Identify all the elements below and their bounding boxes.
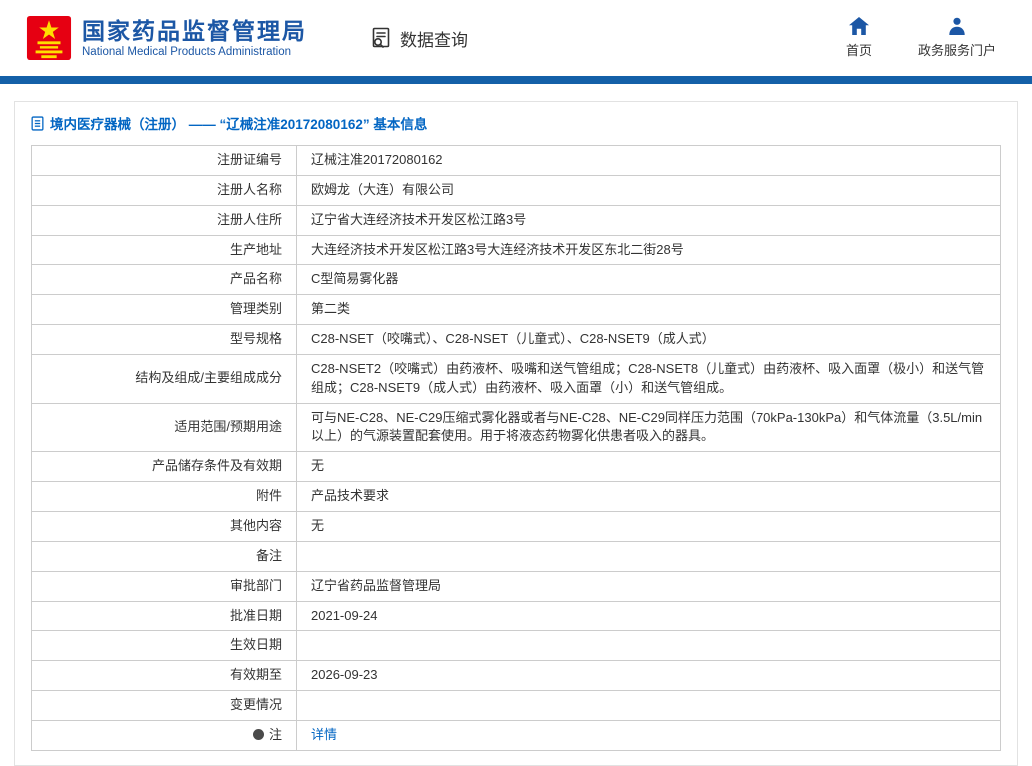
nav-data-query[interactable]: 数据查询 [369, 26, 468, 51]
document-icon [31, 116, 44, 131]
content-panel: 境内医疗器械（注册） —— “辽械注准20172080162” 基本信息 注册证… [14, 101, 1018, 766]
row-value [297, 541, 1001, 571]
table-row: 附件产品技术要求 [32, 482, 1001, 512]
row-value [297, 631, 1001, 661]
table-row: 批准日期2021-09-24 [32, 601, 1001, 631]
row-value: C28-NSET2（咬嘴式）由药液杯、吸嘴和送气管组成；C28-NSET8（儿童… [297, 354, 1001, 403]
table-row: 变更情况 [32, 691, 1001, 721]
row-label: 产品储存条件及有效期 [32, 452, 297, 482]
row-label: 审批部门 [32, 571, 297, 601]
user-icon [948, 17, 966, 35]
row-value: 产品技术要求 [297, 482, 1001, 512]
table-row: 注详情 [32, 720, 1001, 750]
table-row: 审批部门辽宁省药品监督管理局 [32, 571, 1001, 601]
row-value: 欧姆龙（大连）有限公司 [297, 175, 1001, 205]
table-row: 注册人名称欧姆龙（大连）有限公司 [32, 175, 1001, 205]
nav-data-query-label: 数据查询 [400, 26, 468, 51]
detail-link[interactable]: 详情 [311, 727, 337, 742]
row-value: 2026-09-23 [297, 661, 1001, 691]
nav-portal-label: 政务服务门户 [918, 40, 996, 59]
row-label: 注册人住所 [32, 205, 297, 235]
table-row: 产品名称C型简易雾化器 [32, 265, 1001, 295]
home-icon [849, 17, 869, 35]
note-icon [253, 729, 264, 740]
row-value: 无 [297, 511, 1001, 541]
row-label: 其他内容 [32, 511, 297, 541]
table-row: 生产地址大连经济技术开发区松江路3号大连经济技术开发区东北二街28号 [32, 235, 1001, 265]
row-label: 产品名称 [32, 265, 297, 295]
row-value: C型简易雾化器 [297, 265, 1001, 295]
site-logo[interactable]: 国家药品监督管理局 National Medical Products Admi… [26, 15, 307, 61]
row-value: 第二类 [297, 295, 1001, 325]
row-label: 型号规格 [32, 325, 297, 355]
header-divider-bar [0, 76, 1032, 84]
row-value [297, 691, 1001, 721]
row-value: 无 [297, 452, 1001, 482]
row-value: 2021-09-24 [297, 601, 1001, 631]
row-label: 附件 [32, 482, 297, 512]
row-label: 有效期至 [32, 661, 297, 691]
row-label: 注册证编号 [32, 146, 297, 176]
row-label: 结构及组成/主要组成成分 [32, 354, 297, 403]
table-row: 产品储存条件及有效期无 [32, 452, 1001, 482]
table-row: 注册证编号辽械注准20172080162 [32, 146, 1001, 176]
table-row: 其他内容无 [32, 511, 1001, 541]
registration-info-table: 注册证编号辽械注准20172080162注册人名称欧姆龙（大连）有限公司注册人住… [31, 145, 1001, 751]
row-label: 批准日期 [32, 601, 297, 631]
row-value: 辽械注准20172080162 [297, 146, 1001, 176]
row-value: 辽宁省大连经济技术开发区松江路3号 [297, 205, 1001, 235]
row-label: 注 [32, 720, 297, 750]
table-row: 生效日期 [32, 631, 1001, 661]
document-search-icon [369, 26, 393, 50]
table-row: 备注 [32, 541, 1001, 571]
org-names: 国家药品监督管理局 National Medical Products Admi… [82, 18, 307, 58]
table-row: 注册人住所辽宁省大连经济技术开发区松江路3号 [32, 205, 1001, 235]
breadcrumb-text: 境内医疗器械（注册） —— “辽械注准20172080162” 基本信息 [50, 113, 427, 133]
nav-home-label: 首页 [846, 40, 872, 59]
row-label: 适用范围/预期用途 [32, 403, 297, 452]
site-header: 国家药品监督管理局 National Medical Products Admi… [0, 0, 1032, 76]
row-value: 可与NE-C28、NE-C29压缩式雾化器或者与NE-C28、NE-C29同样压… [297, 403, 1001, 452]
nav-home[interactable]: 首页 [846, 17, 872, 59]
row-value: C28-NSET（咬嘴式）、C28-NSET（儿童式）、C28-NSET9（成人… [297, 325, 1001, 355]
row-value: 大连经济技术开发区松江路3号大连经济技术开发区东北二街28号 [297, 235, 1001, 265]
row-label: 生效日期 [32, 631, 297, 661]
row-label: 备注 [32, 541, 297, 571]
row-value: 详情 [297, 720, 1001, 750]
row-value: 辽宁省药品监督管理局 [297, 571, 1001, 601]
national-emblem-icon [26, 15, 72, 61]
breadcrumb: 境内医疗器械（注册） —— “辽械注准20172080162” 基本信息 [15, 102, 1017, 142]
row-label: 变更情况 [32, 691, 297, 721]
org-name-cn: 国家药品监督管理局 [82, 18, 307, 44]
table-row: 有效期至2026-09-23 [32, 661, 1001, 691]
table-row: 管理类别第二类 [32, 295, 1001, 325]
table-row: 型号规格C28-NSET（咬嘴式）、C28-NSET（儿童式）、C28-NSET… [32, 325, 1001, 355]
nav-portal[interactable]: 政务服务门户 [918, 17, 996, 59]
row-label: 管理类别 [32, 295, 297, 325]
row-label: 注册人名称 [32, 175, 297, 205]
info-table-body: 注册证编号辽械注准20172080162注册人名称欧姆龙（大连）有限公司注册人住… [32, 146, 1001, 751]
row-label: 生产地址 [32, 235, 297, 265]
org-name-en: National Medical Products Administration [82, 46, 307, 58]
registration-info-table-wrap: 注册证编号辽械注准20172080162注册人名称欧姆龙（大连）有限公司注册人住… [15, 142, 1017, 765]
table-row: 适用范围/预期用途可与NE-C28、NE-C29压缩式雾化器或者与NE-C28、… [32, 403, 1001, 452]
table-row: 结构及组成/主要组成成分C28-NSET2（咬嘴式）由药液杯、吸嘴和送气管组成；… [32, 354, 1001, 403]
header-right-nav: 首页 政务服务门户 [846, 17, 1002, 59]
